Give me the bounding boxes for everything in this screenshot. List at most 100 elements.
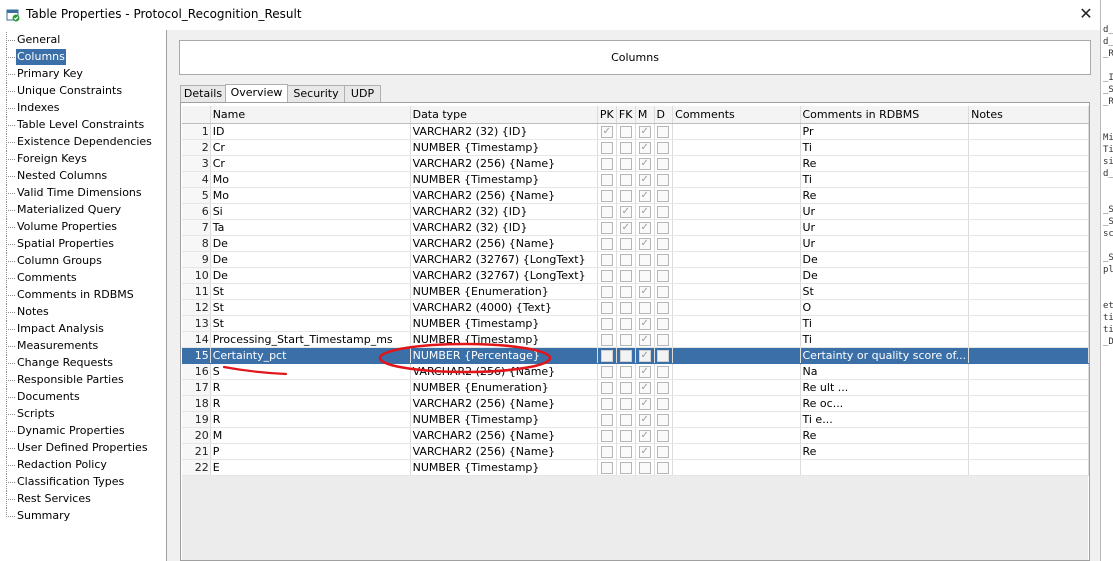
mandatory-checkbox[interactable]: ✓ [638, 205, 651, 218]
notes-cell[interactable] [968, 203, 1089, 220]
notes-cell[interactable] [968, 251, 1089, 268]
tab-details[interactable]: Details [180, 85, 226, 102]
deprecated-checkbox[interactable] [657, 333, 670, 346]
mandatory-checkbox[interactable]: ✓ [638, 221, 651, 234]
notes-cell[interactable] [968, 411, 1089, 428]
fk-checkbox[interactable] [619, 189, 632, 202]
row-number[interactable]: 12 [182, 299, 211, 316]
mandatory-header[interactable]: M [635, 106, 655, 124]
row-number[interactable]: 14 [182, 331, 211, 348]
comments-cell[interactable] [672, 235, 801, 252]
pk-checkbox[interactable] [600, 381, 613, 394]
column-name-cell[interactable]: Certainty_pct [210, 347, 411, 364]
comments-rdbms-cell[interactable]: Ti [800, 171, 970, 188]
fk-checkbox[interactable] [619, 333, 632, 346]
column-name-cell[interactable]: R [210, 379, 411, 396]
datatype-cell[interactable]: VARCHAR2 (256) {Name} [410, 427, 598, 444]
notes-cell[interactable] [968, 443, 1089, 460]
mandatory-checkbox[interactable] [638, 301, 651, 314]
comments-rdbms-cell[interactable]: Ur [800, 203, 970, 220]
mandatory-checkbox[interactable] [638, 253, 651, 266]
notes-cell[interactable] [968, 219, 1089, 236]
table-row[interactable]: 15 Certainty_pct NUMBER {Percentage} ✓ Certa… [182, 347, 1089, 364]
table-row[interactable]: 8 De VARCHAR2 (256) {Name} ✓ Ur [182, 235, 1089, 252]
deprecated-checkbox[interactable] [657, 125, 670, 138]
pk-checkbox[interactable] [600, 173, 613, 186]
datatype-cell[interactable]: NUMBER {Timestamp} [410, 139, 598, 156]
column-name-cell[interactable]: St [210, 283, 411, 300]
fk-checkbox[interactable] [619, 125, 632, 138]
mandatory-checkbox[interactable]: ✓ [638, 157, 651, 170]
fk-checkbox[interactable] [619, 285, 632, 298]
datatype-cell[interactable]: VARCHAR2 (32) {ID} [410, 203, 598, 220]
column-name-cell[interactable]: Processing_Start_Timestamp_ms [210, 331, 411, 348]
datatype-cell[interactable]: VARCHAR2 (256) {Name} [410, 235, 598, 252]
comments-rdbms-cell[interactable] [800, 459, 970, 476]
fk-checkbox[interactable] [619, 445, 632, 458]
deprecated-checkbox[interactable] [657, 253, 670, 266]
column-name-cell[interactable]: Cr [210, 139, 411, 156]
fk-checkbox[interactable] [619, 397, 632, 410]
deprecated-checkbox[interactable] [657, 269, 670, 282]
row-number[interactable]: 20 [182, 427, 211, 444]
deprecated-checkbox[interactable] [657, 173, 670, 186]
row-number[interactable]: 1 [182, 123, 211, 140]
datatype-cell[interactable]: VARCHAR2 (4000) {Text} [410, 299, 598, 316]
mandatory-checkbox[interactable]: ✓ [638, 125, 651, 138]
fk-checkbox[interactable] [619, 237, 632, 250]
row-number[interactable]: 22 [182, 459, 211, 476]
pk-checkbox[interactable] [600, 301, 613, 314]
table-row[interactable]: 1 ID VARCHAR2 (32) {ID} ✓ ✓ Pr [182, 123, 1089, 140]
deprecated-checkbox[interactable] [657, 285, 670, 298]
table-row[interactable]: 22 E NUMBER {Timestamp} [182, 459, 1089, 476]
row-number[interactable]: 21 [182, 443, 211, 460]
name-header[interactable]: Name [210, 106, 411, 124]
column-name-cell[interactable]: Mo [210, 171, 411, 188]
row-number[interactable]: 15 [182, 347, 211, 364]
pk-checkbox[interactable] [600, 445, 613, 458]
column-name-cell[interactable]: Mo [210, 187, 411, 204]
table-row[interactable]: 3 Cr VARCHAR2 (256) {Name} ✓ Re [182, 155, 1089, 172]
table-row[interactable]: 20 M VARCHAR2 (256) {Name} ✓ Re [182, 427, 1089, 444]
comments-rdbms-cell[interactable]: Ti e... [800, 411, 970, 428]
deprecated-checkbox[interactable] [657, 365, 670, 378]
deprecated-checkbox[interactable] [657, 301, 670, 314]
comments-cell[interactable] [672, 171, 801, 188]
datatype-cell[interactable]: VARCHAR2 (32) {ID} [410, 219, 598, 236]
table-row[interactable]: 10 De VARCHAR2 (32767) {LongText} De [182, 267, 1089, 284]
comments-rdbms-cell[interactable]: Ti [800, 331, 970, 348]
comments-rdbms-cell[interactable]: Ur [800, 235, 970, 252]
deprecated-checkbox[interactable] [657, 141, 670, 154]
comments-rdbms-header[interactable]: Comments in RDBMS [800, 106, 970, 124]
column-name-cell[interactable]: Ta [210, 219, 411, 236]
comments-rdbms-cell[interactable]: St [800, 283, 970, 300]
deprecated-checkbox[interactable] [657, 317, 670, 330]
datatype-cell[interactable]: VARCHAR2 (32767) {LongText} [410, 251, 598, 268]
deprecated-checkbox[interactable] [657, 381, 670, 394]
table-row[interactable]: 4 Mo NUMBER {Timestamp} ✓ Ti [182, 171, 1089, 188]
datatype-cell[interactable]: VARCHAR2 (32) {ID} [410, 123, 598, 140]
table-row[interactable]: 13 St NUMBER {Timestamp} ✓ Ti [182, 315, 1089, 332]
deprecated-checkbox[interactable] [657, 157, 670, 170]
tab-udp[interactable]: UDP [344, 85, 381, 102]
datatype-cell[interactable]: VARCHAR2 (256) {Name} [410, 187, 598, 204]
table-row[interactable]: 5 Mo VARCHAR2 (256) {Name} ✓ Re [182, 187, 1089, 204]
comments-cell[interactable] [672, 459, 801, 476]
comments-rdbms-cell[interactable]: Re [800, 187, 970, 204]
notes-cell[interactable] [968, 171, 1089, 188]
close-button[interactable]: ✕ [1074, 4, 1098, 24]
fk-checkbox[interactable] [619, 365, 632, 378]
table-row[interactable]: 7 Ta VARCHAR2 (32) {ID} ✓ ✓ Ur [182, 219, 1089, 236]
pk-checkbox[interactable] [600, 221, 613, 234]
deprecated-checkbox[interactable] [657, 237, 670, 250]
notes-cell[interactable] [968, 395, 1089, 412]
row-number[interactable]: 7 [182, 219, 211, 236]
mandatory-checkbox[interactable]: ✓ [638, 365, 651, 378]
column-name-cell[interactable]: De [210, 251, 411, 268]
pk-checkbox[interactable] [600, 317, 613, 330]
fk-checkbox[interactable] [619, 381, 632, 394]
comments-rdbms-cell[interactable]: De [800, 251, 970, 268]
notes-cell[interactable] [968, 267, 1089, 284]
fk-checkbox[interactable] [619, 461, 632, 474]
deprecated-checkbox[interactable] [657, 445, 670, 458]
